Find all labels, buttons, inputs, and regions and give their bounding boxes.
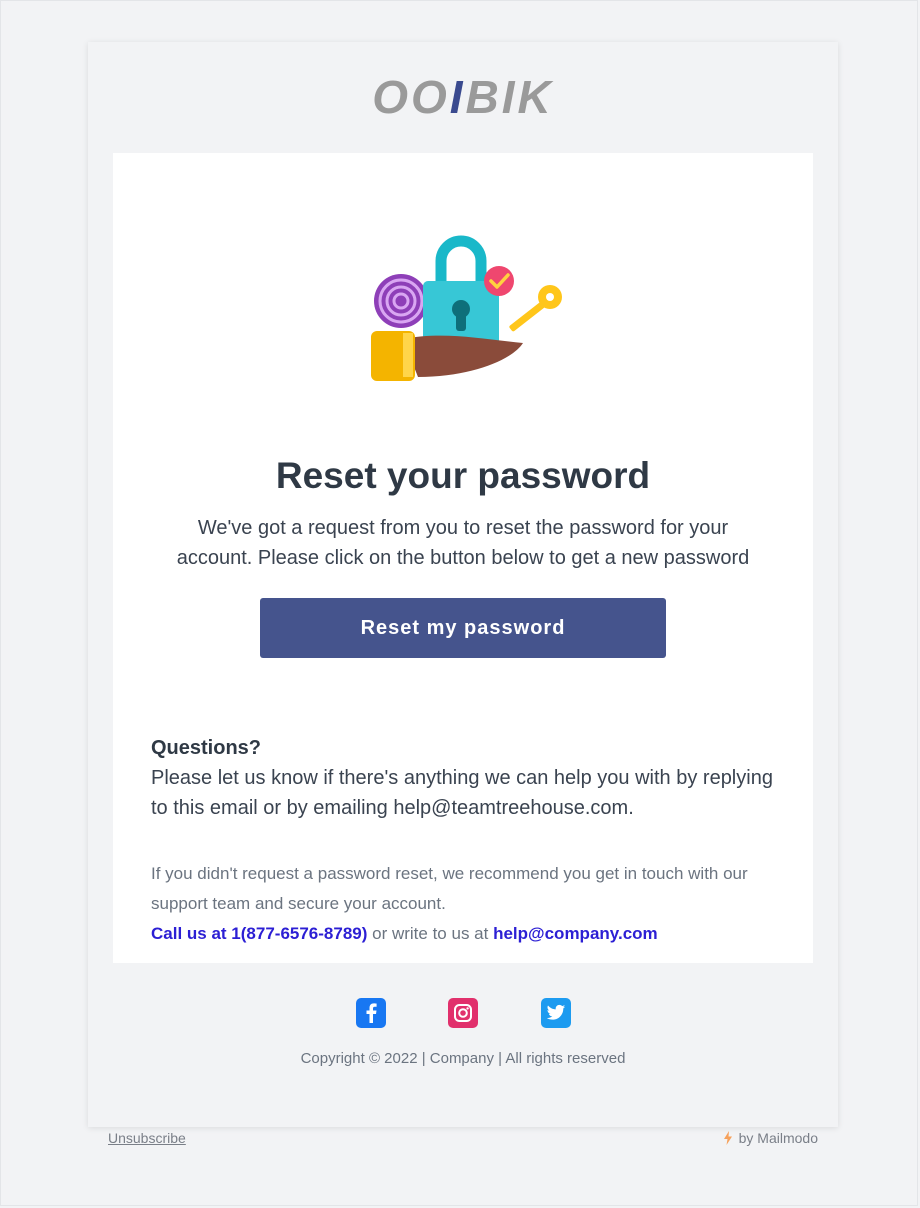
logo-text-1: OO: [372, 71, 450, 123]
password-security-illustration: [371, 235, 562, 381]
fingerprint-icon: [374, 274, 428, 328]
unsubscribe-link[interactable]: Unsubscribe: [108, 1130, 186, 1146]
twitter-icon[interactable]: [541, 998, 571, 1028]
contact-middle-text: or write to us at: [367, 924, 494, 943]
questions-heading: Questions?: [151, 737, 262, 759]
copyright-text: Copyright © 2022 | Company | All rights …: [300, 1050, 626, 1067]
hand-icon: [371, 331, 523, 381]
notice-text: If you didn't request a password reset, …: [151, 864, 748, 913]
social-links: [88, 998, 838, 1030]
intro-text: We've got a request from you to reset th…: [176, 517, 750, 569]
email-card: Reset your password We've got a request …: [113, 153, 813, 963]
reset-password-button[interactable]: Reset my password: [260, 598, 666, 658]
facebook-icon[interactable]: [356, 998, 386, 1028]
padlock-shackle: [435, 235, 487, 283]
logo-text-2: BIK: [465, 71, 554, 123]
support-email-link[interactable]: help@company.com: [493, 924, 658, 943]
lightning-icon: [723, 1131, 732, 1145]
security-notice: If you didn't request a password reset, …: [151, 859, 775, 949]
instagram-icon[interactable]: [448, 998, 478, 1028]
email-container: OOIBIK Reset your password We've got a r…: [88, 42, 838, 1127]
check-badge-icon: [484, 266, 514, 296]
page-title: Reset your password: [275, 455, 651, 496]
brand-logo: OOIBIK: [88, 74, 838, 120]
powered-by-text: by Mailmodo: [738, 1130, 818, 1146]
contact-line: Call us at 1(877-6576-8789) or write to …: [151, 919, 775, 949]
call-us-link[interactable]: Call us at 1(877-6576-8789): [151, 924, 367, 943]
questions-section: Questions? Please let us know if there's…: [151, 733, 775, 823]
questions-body: Please let us know if there's anything w…: [151, 767, 773, 819]
mailmodo-badge[interactable]: by Mailmodo: [723, 1130, 818, 1146]
logo-text-accent: I: [449, 71, 466, 123]
key-icon: [509, 285, 562, 332]
